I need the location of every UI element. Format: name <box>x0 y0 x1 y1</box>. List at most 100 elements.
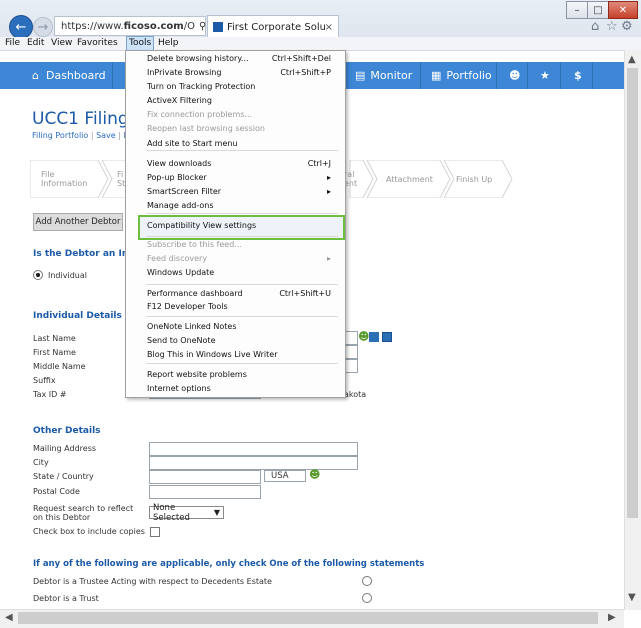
step-file-information[interactable]: File Information <box>41 160 87 198</box>
search-icon[interactable]: ⚲ <box>199 21 206 32</box>
back-button[interactable]: ← <box>9 15 33 39</box>
vertical-scroll-thumb[interactable] <box>627 68 638 518</box>
menu-item-add-to-start[interactable]: Add site to Start menu <box>147 137 337 150</box>
scroll-down-icon[interactable]: ▼ <box>628 592 636 603</box>
forward-button[interactable]: → <box>33 17 53 37</box>
nav-favorites[interactable]: ★ <box>540 62 550 89</box>
address-lookup-icon[interactable]: ☻ <box>309 468 320 481</box>
address-suffix: /O <box>183 20 195 32</box>
country-input[interactable]: USA <box>264 470 306 482</box>
menu-item-popup-blocker[interactable]: Pop-up Blocker ▸ <box>147 171 337 184</box>
nav-dashboard[interactable]: ⌂ Dashboard <box>32 62 106 89</box>
statement-trust-radio[interactable] <box>362 593 372 603</box>
last-name-input[interactable] <box>344 331 358 345</box>
postal-code-label: Postal Code <box>33 487 80 496</box>
browser-toolbar: ← → https://www.ficoso.com/O ⚲ 🔒 ↻ First… <box>0 0 641 39</box>
minimize-button[interactable]: – <box>566 1 588 19</box>
menu-item-send-to-onenote[interactable]: Send to OneNote <box>147 334 337 347</box>
home-icon[interactable]: ⌂ <box>591 19 599 34</box>
state-input[interactable] <box>149 470 261 484</box>
contact-card-icon[interactable] <box>382 332 392 342</box>
dollar-label: $ <box>574 69 582 82</box>
menu-item-performance-dashboard[interactable]: Performance dashboard Ctrl+Shift+U <box>147 287 337 300</box>
step-second[interactable]: Fi St <box>117 160 125 198</box>
menu-item-label: OneNote Linked Notes <box>147 322 237 331</box>
menu-item-subscribe-feed: Subscribe to this feed... <box>147 238 337 251</box>
user-lookup-icon[interactable]: ☻ <box>358 330 369 343</box>
menu-view[interactable]: View <box>51 37 72 50</box>
menu-item-manage-addons[interactable]: Manage add-ons <box>147 199 337 212</box>
maximize-button[interactable]: □ <box>587 1 609 19</box>
menu-item-activex-filtering[interactable]: ActiveX Filtering <box>147 94 337 107</box>
menu-item-label: Windows Update <box>147 268 215 277</box>
individual-radio[interactable] <box>33 270 43 280</box>
tax-id-label: Tax ID # <box>33 390 67 399</box>
middle-name-input[interactable] <box>344 359 358 373</box>
save-link[interactable]: Save <box>96 131 116 140</box>
maximize-icon: □ <box>593 4 603 16</box>
filing-portfolio-link[interactable]: Filing Portfolio <box>32 131 88 140</box>
menu-item-windows-update[interactable]: Windows Update <box>147 266 337 279</box>
menu-separator <box>146 213 338 214</box>
scroll-up-icon[interactable]: ▲ <box>628 54 636 65</box>
menu-tools[interactable]: Tools <box>126 36 155 51</box>
menu-edit[interactable]: Edit <box>27 37 44 50</box>
step-finish-up[interactable]: Finish Up <box>456 160 492 198</box>
menu-favorites[interactable]: Favorites <box>77 37 118 50</box>
home-icon: ⌂ <box>32 69 39 82</box>
horizontal-scroll-thumb[interactable] <box>18 612 598 624</box>
nav-dashboard-label: Dashboard <box>45 69 106 82</box>
mailing-address-input[interactable] <box>149 442 358 456</box>
step-label-line1: Fi <box>117 170 124 179</box>
favorites-star-icon[interactable]: ☆ <box>606 19 618 34</box>
menu-separator <box>146 236 338 237</box>
postal-code-input[interactable] <box>149 485 261 499</box>
menu-item-delete-history[interactable]: Delete browsing history... Ctrl+Shift+Del <box>147 52 337 65</box>
scroll-left-icon[interactable]: ◀ <box>5 612 13 623</box>
menu-item-compatibility-view[interactable]: Compatibility View settings <box>147 219 337 232</box>
request-search-select[interactable]: None Selected ▼ <box>149 503 224 523</box>
user-icon: ☻ <box>509 69 521 82</box>
include-copies-checkbox[interactable] <box>150 527 160 537</box>
menu-item-label: Internet options <box>147 384 211 393</box>
first-name-input[interactable] <box>344 345 358 359</box>
submenu-arrow-icon: ▸ <box>326 187 331 196</box>
step-label: Attachment <box>386 174 433 184</box>
nav-billing[interactable]: $ <box>574 62 582 89</box>
settings-gear-icon[interactable]: ⚙ <box>621 19 633 34</box>
menu-item-inprivate[interactable]: InPrivate Browsing Ctrl+Shift+P <box>147 66 337 79</box>
menu-item-label: F12 Developer Tools <box>147 302 228 311</box>
menu-item-blog-this[interactable]: Blog This in Windows Live Writer <box>147 348 337 361</box>
menu-help[interactable]: Help <box>158 37 179 50</box>
menu-item-f12-tools[interactable]: F12 Developer Tools <box>147 300 337 313</box>
individual-option[interactable]: Individual <box>33 270 87 280</box>
arrow-right-icon: → <box>37 19 49 35</box>
step-attachment[interactable]: Attachment <box>386 160 433 198</box>
menu-item-shortcut: Ctrl+Shift+P <box>280 68 331 77</box>
statement-trustee-radio[interactable] <box>362 576 372 586</box>
menu-item-smartscreen[interactable]: SmartScreen Filter ▸ <box>147 185 337 198</box>
nav-portfolio[interactable]: ▦ Portfolio <box>431 62 492 89</box>
add-another-debtor-button[interactable]: Add Another Debtor <box>33 213 123 231</box>
close-tab-icon[interactable]: × <box>325 22 333 33</box>
scroll-right-icon[interactable]: ▶ <box>608 612 616 623</box>
menu-item-feed-discovery: Feed discovery ▸ <box>147 252 337 265</box>
menu-file[interactable]: File <box>5 37 20 50</box>
menu-item-internet-options[interactable]: Internet options <box>147 382 337 395</box>
city-input[interactable] <box>149 456 358 470</box>
middle-name-label: Middle Name <box>33 362 86 371</box>
menu-item-label: Blog This in Windows Live Writer <box>147 350 278 359</box>
menu-item-report-problems[interactable]: Report website problems <box>147 368 337 381</box>
address-bar[interactable]: https://www.ficoso.com/O ⚲ 🔒 ↻ <box>54 16 232 36</box>
statement-trust-label: Debtor is a Trust <box>33 594 99 603</box>
menu-item-view-downloads[interactable]: View downloads Ctrl+J <box>147 157 337 170</box>
browser-tab[interactable]: First Corporate Solutions × <box>207 15 339 38</box>
close-window-button[interactable]: ✕ <box>608 1 638 19</box>
menu-item-tracking-protection[interactable]: Turn on Tracking Protection <box>147 80 337 93</box>
save-icon[interactable] <box>369 332 379 342</box>
nav-monitor[interactable]: ▤ Monitor <box>355 62 412 89</box>
menu-item-label: Feed discovery <box>147 254 208 263</box>
menu-item-label: ActiveX Filtering <box>147 96 212 105</box>
nav-user[interactable]: ☻ <box>509 62 520 89</box>
menu-item-onenote-linked-notes[interactable]: OneNote Linked Notes <box>147 320 337 333</box>
